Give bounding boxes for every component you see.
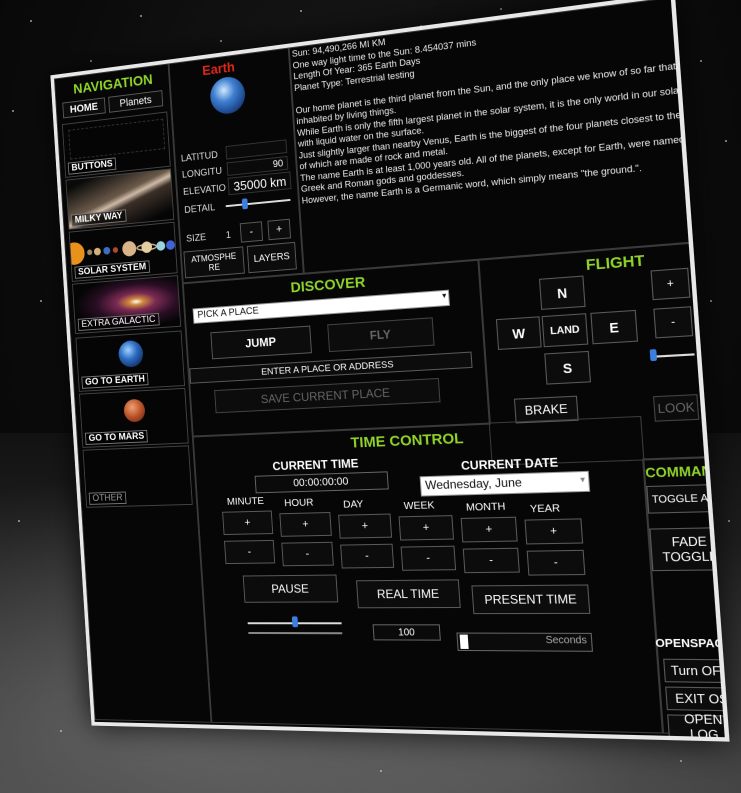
flight-west-button[interactable]: W <box>496 316 542 350</box>
milky-way-tile[interactable]: MILKY WAY <box>65 168 174 229</box>
control-panel: NAVIGATION HOME Planets BUTTONS MILKY WA… <box>50 0 729 742</box>
flight-north-button[interactable]: N <box>539 276 586 310</box>
time-unit-plus-button[interactable]: + <box>338 514 392 539</box>
milky-way-tile-label: MILKY WAY <box>71 209 126 226</box>
longitude-value: 90 <box>272 158 283 170</box>
time-unit-label: MONTH <box>466 500 506 513</box>
flight-land-button[interactable]: LAND <box>542 313 589 347</box>
pause-button[interactable]: PAUSE <box>243 575 339 603</box>
flight-speed-minus-button[interactable]: - <box>653 306 693 338</box>
flight-south-button[interactable]: S <box>544 351 591 385</box>
time-unit-plus-button[interactable]: + <box>222 511 273 535</box>
date-dropdown-icon: ▾ <box>580 474 586 486</box>
layers-button[interactable]: LAYERS <box>247 242 297 273</box>
present-time-button[interactable]: PRESENT TIME <box>471 584 590 614</box>
time-unit-plus-button[interactable]: + <box>279 512 332 537</box>
size-minus-button[interactable]: - <box>240 221 263 242</box>
solar-system-tile[interactable]: SOLAR SYSTEM <box>69 222 178 282</box>
time-unit-minus-button[interactable]: - <box>463 548 520 573</box>
size-label: SIZE <box>186 232 207 244</box>
time-unit-label: HOUR <box>284 497 314 510</box>
real-time-button[interactable]: REAL TIME <box>356 579 461 608</box>
earth-icon <box>118 340 144 368</box>
elevation-value: 35000 km <box>233 173 287 193</box>
time-unit-minus-button[interactable]: - <box>401 546 457 571</box>
fade-toggle-button[interactable]: FADE TOGGLE <box>649 527 729 571</box>
go-to-mars-tile-label: GO TO MARS <box>85 430 148 445</box>
buttons-tile-label: BUTTONS <box>68 157 117 174</box>
time-unit-label: DAY <box>343 498 364 510</box>
exit-os-button[interactable]: EXIT OS <box>665 687 729 712</box>
time-rate-unit-dropdown[interactable]: Seconds <box>456 633 593 652</box>
turn-off-button[interactable]: Turn OFF <box>663 659 729 683</box>
panel-wrapper: NAVIGATION HOME Planets BUTTONS MILKY WA… <box>0 0 741 793</box>
current-date-value: Wednesday, June <box>425 475 523 492</box>
time-rate-slider-knob[interactable] <box>292 616 298 627</box>
time-unit-minus-button[interactable]: - <box>281 542 334 566</box>
current-time-label: CURRENT TIME <box>272 456 359 473</box>
time-unit-plus-button[interactable]: + <box>461 517 518 543</box>
time-rate-field[interactable]: 100 <box>373 624 441 640</box>
time-unit-minus-button[interactable]: - <box>527 550 586 576</box>
flight-east-button[interactable]: E <box>590 310 638 344</box>
time-rate-value: 100 <box>398 627 415 638</box>
time-unit-label: YEAR <box>530 502 561 515</box>
toggle-all-button[interactable]: TOGGLE ALL <box>646 484 726 514</box>
go-to-mars-tile[interactable]: GO TO MARS <box>79 388 189 448</box>
flight-speed-plus-button[interactable]: + <box>651 268 691 301</box>
openspace-commands-title: OPENSPACE COM <box>655 637 730 650</box>
flight-speed-slider-knob[interactable] <box>650 349 657 361</box>
time-unit-plus-button[interactable]: + <box>399 515 454 540</box>
size-plus-button[interactable]: + <box>267 219 291 241</box>
atmosphere-button[interactable]: ATMOSPHE RE <box>183 246 244 278</box>
unit-dropdown-handle <box>460 635 469 649</box>
time-unit-minus-button[interactable]: - <box>224 540 275 564</box>
time-rate-unit: Seconds <box>545 635 587 647</box>
time-unit-plus-button[interactable]: + <box>524 518 583 544</box>
detail-slider-knob[interactable] <box>242 198 248 209</box>
mars-icon <box>123 399 145 423</box>
planet-info-text: Sun: 94,490,266 MI KM One way light time … <box>292 0 679 207</box>
buttons-preview <box>68 119 165 160</box>
look-button[interactable]: LOOK <box>653 394 699 422</box>
extra-galactic-tile[interactable]: EXTRA GALACTIC <box>72 275 181 334</box>
extra-galactic-tile-label: EXTRA GALACTIC <box>78 313 160 331</box>
current-time-value: 00:00:00:00 <box>293 476 349 490</box>
pick-place-value: PICK A PLACE <box>197 306 259 321</box>
go-to-earth-tile[interactable]: GO TO EARTH <box>75 330 185 391</box>
other-tile[interactable]: OTHER <box>83 445 193 507</box>
time-rate-slider-scale <box>248 632 342 634</box>
open-log-button[interactable]: OPEN LOG <box>667 714 729 739</box>
time-unit-label: MINUTE <box>227 495 265 508</box>
dropdown-arrow-icon: ▾ <box>442 291 447 300</box>
time-unit-minus-button[interactable]: - <box>340 544 394 569</box>
buttons-tile[interactable]: BUTTONS <box>62 111 171 177</box>
commands-title: COMMANDS <box>645 462 730 481</box>
other-tile-label: OTHER <box>89 492 127 505</box>
time-unit-label: WEEK <box>403 499 435 512</box>
go-to-earth-tile-label: GO TO EARTH <box>81 373 148 389</box>
size-value: 1 <box>226 230 232 241</box>
